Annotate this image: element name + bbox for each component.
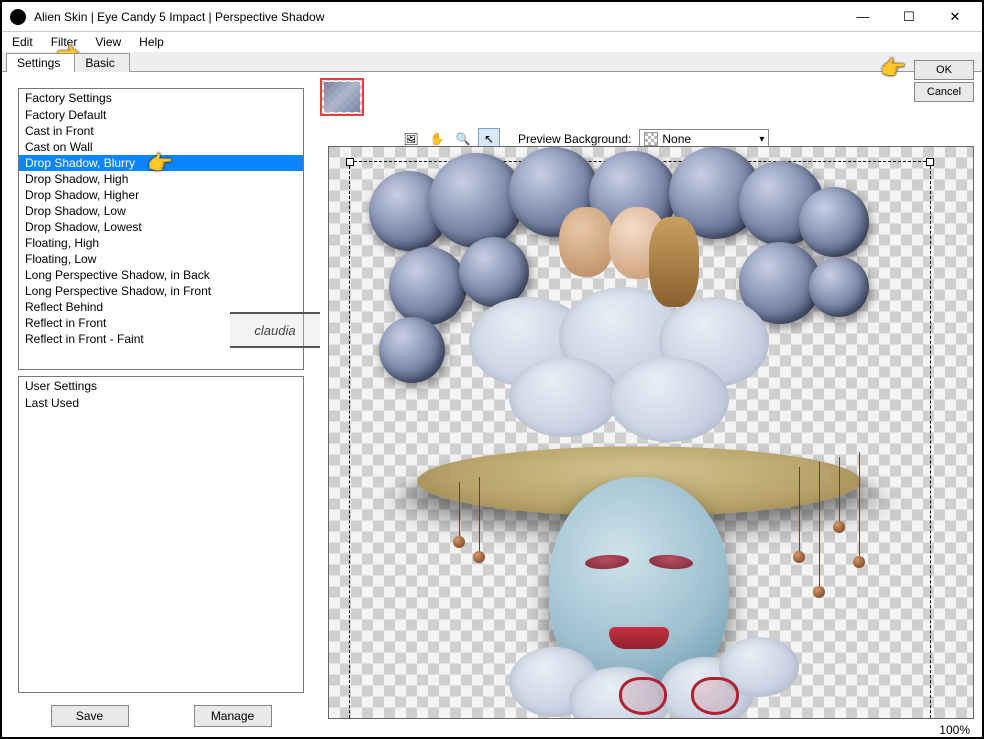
save-button[interactable]: Save — [51, 705, 129, 727]
resize-handle[interactable] — [346, 158, 354, 166]
app-icon — [10, 9, 26, 25]
preview-artwork — [359, 147, 918, 719]
preview-area: 🖼 ✋ 🔍 ↖ Preview Background: None — [312, 78, 982, 737]
list-item[interactable]: Last Used — [19, 395, 303, 411]
minimize-button[interactable]: — — [840, 2, 886, 32]
tab-strip: Settings Basic — [2, 52, 982, 72]
transparency-swatch-icon — [644, 132, 658, 146]
preview-thumbnail[interactable] — [320, 78, 364, 116]
menu-bar: Edit Filter View Help — [2, 32, 982, 52]
list-item[interactable]: Floating, High — [19, 235, 303, 251]
tab-settings[interactable]: Settings — [6, 53, 75, 72]
list-item[interactable]: Factory Default — [19, 107, 303, 123]
list-item[interactable]: Cast in Front — [19, 123, 303, 139]
close-button[interactable]: ✕ — [932, 2, 978, 32]
list-item-selected[interactable]: Drop Shadow, Blurry 👉 — [19, 155, 303, 171]
list-item[interactable]: Drop Shadow, Higher — [19, 187, 303, 203]
resize-handle[interactable] — [926, 158, 934, 166]
title-bar: Alien Skin | Eye Candy 5 Impact | Perspe… — [2, 2, 982, 32]
preview-canvas[interactable] — [328, 146, 974, 719]
user-settings-header: User Settings — [19, 377, 303, 395]
user-settings-list[interactable]: User Settings Last Used — [18, 376, 304, 693]
settings-panel: Factory Settings Factory Default Cast in… — [2, 78, 312, 737]
list-item[interactable]: Drop Shadow, High — [19, 171, 303, 187]
list-item[interactable]: Drop Shadow, Lowest — [19, 219, 303, 235]
list-item[interactable]: Drop Shadow, Low — [19, 203, 303, 219]
ok-button[interactable]: OK — [914, 60, 974, 80]
manage-button[interactable]: Manage — [194, 705, 272, 727]
maximize-button[interactable]: ☐ — [886, 2, 932, 32]
list-item-label: Drop Shadow, Blurry — [25, 156, 135, 170]
list-item[interactable]: Long Perspective Shadow, in Back — [19, 267, 303, 283]
window-title: Alien Skin | Eye Candy 5 Impact | Perspe… — [34, 10, 840, 24]
watermark-label: claudia — [230, 312, 320, 348]
menu-filter[interactable]: Filter — [51, 35, 78, 49]
menu-help[interactable]: Help — [139, 35, 164, 49]
menu-view[interactable]: View — [95, 35, 121, 49]
tab-basic[interactable]: Basic — [74, 53, 129, 72]
list-item[interactable]: Floating, Low — [19, 251, 303, 267]
menu-edit[interactable]: Edit — [12, 35, 33, 49]
list-item[interactable]: Long Perspective Shadow, in Front — [19, 283, 303, 299]
zoom-readout: 100% — [939, 723, 970, 737]
preview-bg-label: Preview Background: — [518, 132, 631, 146]
preview-bg-value: None — [662, 132, 691, 146]
list-item[interactable]: Cast on Wall — [19, 139, 303, 155]
factory-settings-header: Factory Settings — [19, 89, 303, 107]
